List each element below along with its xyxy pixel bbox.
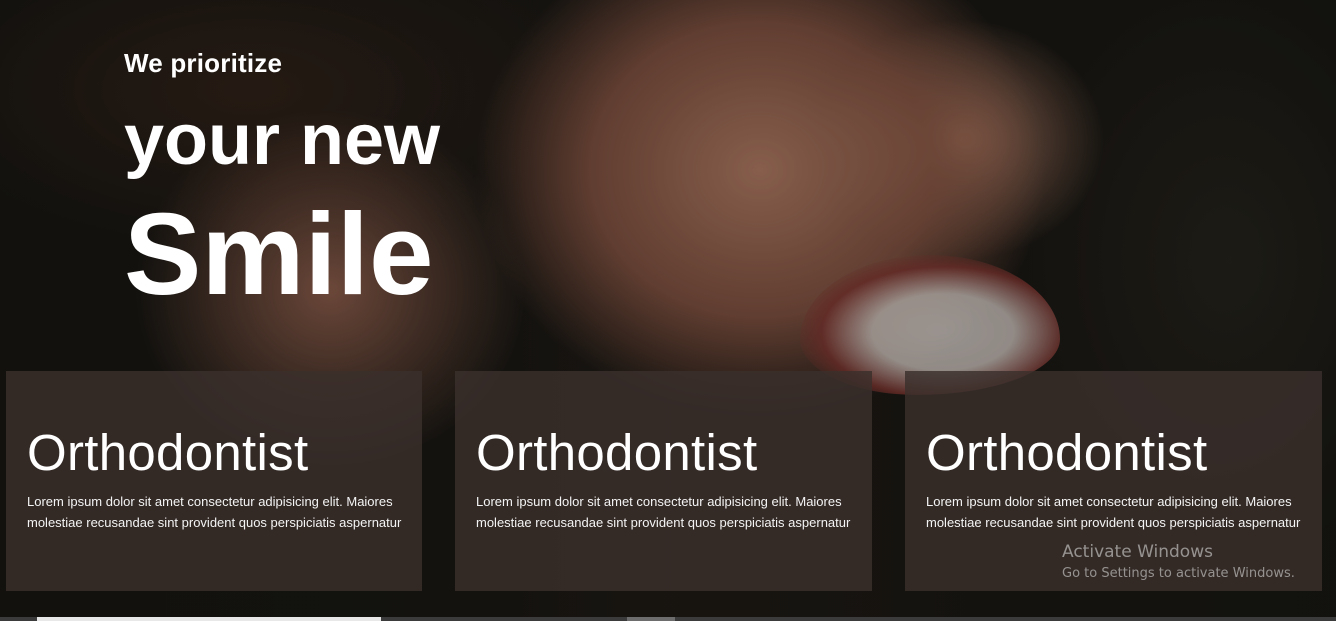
service-card: Orthodontist Lorem ipsum dolor sit amet …	[6, 371, 422, 591]
card-title: Orthodontist	[476, 424, 758, 481]
service-card: Orthodontist Lorem ipsum dolor sit amet …	[455, 371, 872, 591]
watermark-title: Activate Windows	[1062, 542, 1213, 562]
scrollbar-thumb[interactable]	[37, 617, 381, 621]
hero-tagline: We prioritize	[124, 48, 283, 78]
card-body: Lorem ipsum dolor sit amet consectetur a…	[926, 494, 1301, 530]
card-body: Lorem ipsum dolor sit amet consectetur a…	[476, 494, 851, 530]
horizontal-scrollbar[interactable]	[0, 617, 1336, 621]
card-title: Orthodontist	[27, 424, 309, 481]
hero-section: We prioritize your new Smile Orthodontis…	[0, 0, 1336, 621]
activate-windows-watermark: Activate Windows Go to Settings to activ…	[1062, 541, 1295, 585]
scrollbar-marker	[627, 617, 675, 621]
watermark-subtitle: Go to Settings to activate Windows.	[1062, 566, 1295, 581]
hero-headline: We prioritize your new Smile	[124, 48, 440, 319]
hero-heading-line2: your new	[124, 100, 441, 180]
hero-heading-smile: Smile	[124, 189, 434, 319]
card-body: Lorem ipsum dolor sit amet consectetur a…	[27, 494, 402, 530]
card-title: Orthodontist	[926, 424, 1208, 481]
